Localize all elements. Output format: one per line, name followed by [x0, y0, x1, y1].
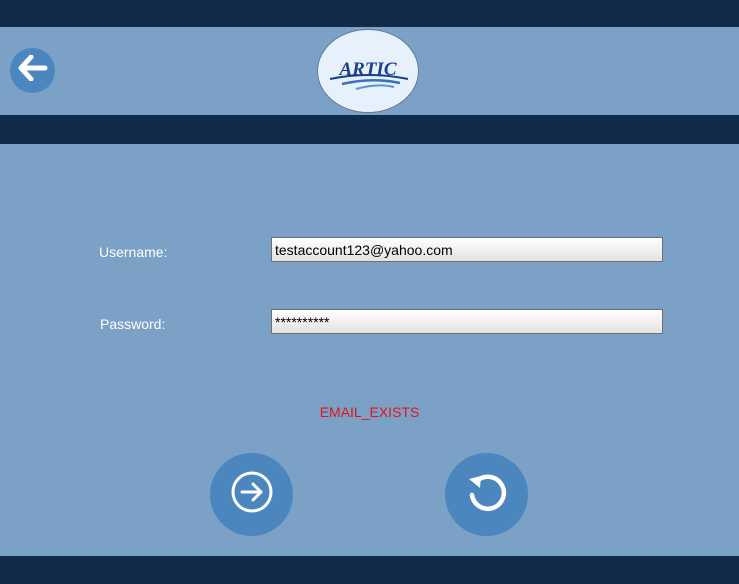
back-button[interactable] [10, 48, 55, 93]
password-input[interactable] [271, 309, 663, 334]
header-divider-bar [0, 115, 739, 144]
arrow-right-circle-icon [229, 469, 275, 520]
refresh-icon [463, 468, 511, 521]
username-label: Username: [99, 244, 168, 260]
reset-button[interactable] [445, 453, 528, 536]
error-message: EMAIL_EXISTS [319, 404, 420, 420]
password-label: Password: [100, 316, 166, 332]
top-bar [0, 0, 739, 27]
username-input[interactable] [271, 237, 663, 262]
artic-logo: ARTIC [317, 29, 419, 113]
bottom-bar [0, 556, 739, 584]
submit-button[interactable] [210, 453, 293, 536]
back-arrow-icon [18, 54, 48, 86]
